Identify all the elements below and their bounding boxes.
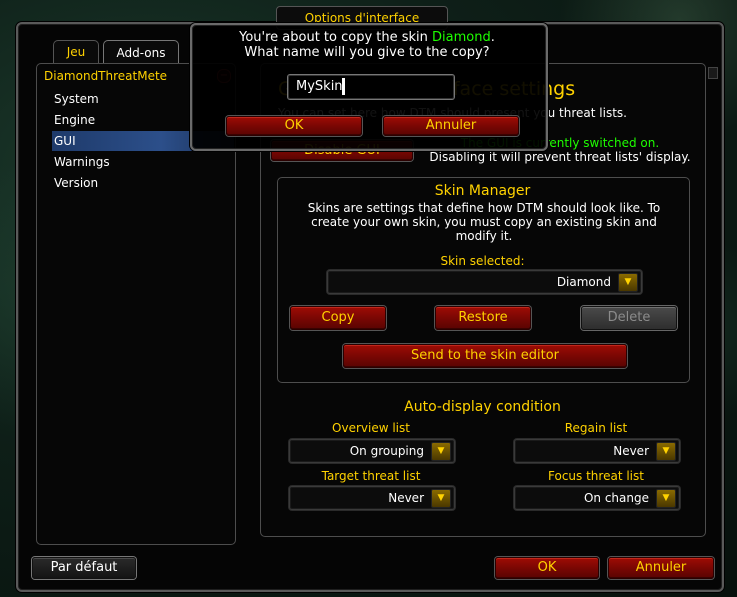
- gui-hint-text: Disabling it will prevent threat lists' …: [429, 150, 691, 164]
- target-threat-list-label: Target threat list: [321, 469, 421, 483]
- ok-button[interactable]: OK: [495, 557, 599, 579]
- regain-list-dropdown[interactable]: Never ▼: [514, 439, 680, 463]
- chevron-down-icon[interactable]: ▼: [431, 442, 451, 461]
- auto-display-title: Auto-display condition: [404, 399, 561, 415]
- popup-ok-label: OK: [284, 118, 304, 133]
- sidebar-item-label: System: [54, 92, 99, 106]
- focus-threat-list-value: On change: [583, 491, 649, 505]
- popup-cancel-label: Annuler: [425, 118, 477, 133]
- focus-threat-list-label: Focus threat list: [548, 469, 644, 483]
- restore-button-label: Restore: [458, 310, 508, 325]
- defaults-button-label: Par défaut: [50, 560, 118, 575]
- copy-skin-source-name: Diamond: [432, 30, 491, 45]
- tab-addons-label: Add-ons: [116, 46, 166, 60]
- popup-cancel-button[interactable]: Annuler: [383, 116, 519, 136]
- overview-list-dropdown[interactable]: On grouping ▼: [289, 439, 455, 463]
- delete-button-label: Delete: [607, 310, 651, 325]
- skin-manager-title: Skin Manager: [434, 183, 531, 199]
- focus-threat-list-dropdown[interactable]: On change ▼: [514, 486, 680, 510]
- chevron-down-icon[interactable]: ▼: [618, 273, 638, 292]
- sidebar-addon-name[interactable]: DiamondThreatMete: [44, 67, 214, 85]
- target-threat-list-dropdown[interactable]: Never ▼: [289, 486, 455, 510]
- send-button-label: Send to the skin editor: [410, 348, 560, 363]
- overview-list-label: Overview list: [332, 421, 410, 435]
- restore-button[interactable]: Restore: [435, 306, 531, 330]
- chevron-down-icon[interactable]: ▼: [656, 489, 676, 508]
- cancel-button-label: Annuler: [635, 560, 687, 575]
- skin-manager-description: Skins are settings that define how DTM s…: [307, 201, 661, 243]
- target-threat-list-value: Never: [388, 491, 424, 505]
- send-to-skin-editor-button[interactable]: Send to the skin editor: [343, 344, 627, 368]
- cancel-button[interactable]: Annuler: [608, 557, 714, 579]
- text-cursor: [342, 78, 345, 95]
- regain-list-value: Never: [613, 444, 649, 458]
- sidebar-item-label: Engine: [54, 113, 96, 127]
- copy-skin-name-input[interactable]: MySkin: [287, 74, 455, 100]
- copy-skin-question: What name will you give to the copy?: [244, 45, 490, 60]
- sidebar-item-warnings[interactable]: Warnings: [52, 152, 234, 172]
- sidebar-item-version[interactable]: Version: [52, 173, 234, 193]
- skin-selected-dropdown[interactable]: Diamond ▼: [327, 270, 642, 294]
- copy-skin-message-prefix: You're about to copy the skin: [239, 30, 433, 45]
- sidebar-item-label: Warnings: [54, 155, 110, 169]
- copy-button-label: Copy: [321, 310, 355, 325]
- copy-skin-message: You're about to copy the skin Diamond.: [192, 30, 542, 46]
- copy-button[interactable]: Copy: [290, 306, 386, 330]
- sidebar-item-label: GUI: [54, 134, 76, 148]
- skin-selected-value: Diamond: [556, 275, 611, 289]
- copy-skin-name-value: MySkin: [296, 79, 343, 94]
- chevron-down-icon[interactable]: ▼: [656, 442, 676, 461]
- ok-button-label: OK: [537, 560, 557, 575]
- delete-button: Delete: [581, 306, 677, 330]
- tab-addons[interactable]: Add-ons: [103, 40, 179, 65]
- skin-selected-label: Skin selected:: [440, 254, 525, 268]
- chevron-down-icon[interactable]: ▼: [431, 489, 451, 508]
- tab-jeu[interactable]: Jeu: [53, 40, 99, 63]
- popup-ok-button[interactable]: OK: [226, 116, 362, 136]
- tab-jeu-label: Jeu: [66, 45, 86, 59]
- sidebar-item-label: Version: [54, 176, 99, 190]
- regain-list-label: Regain list: [564, 421, 628, 435]
- scrollbar-stub[interactable]: [708, 67, 718, 79]
- copy-skin-message-suffix: .: [490, 30, 495, 45]
- defaults-button[interactable]: Par défaut: [32, 557, 136, 579]
- overview-list-value: On grouping: [349, 444, 424, 458]
